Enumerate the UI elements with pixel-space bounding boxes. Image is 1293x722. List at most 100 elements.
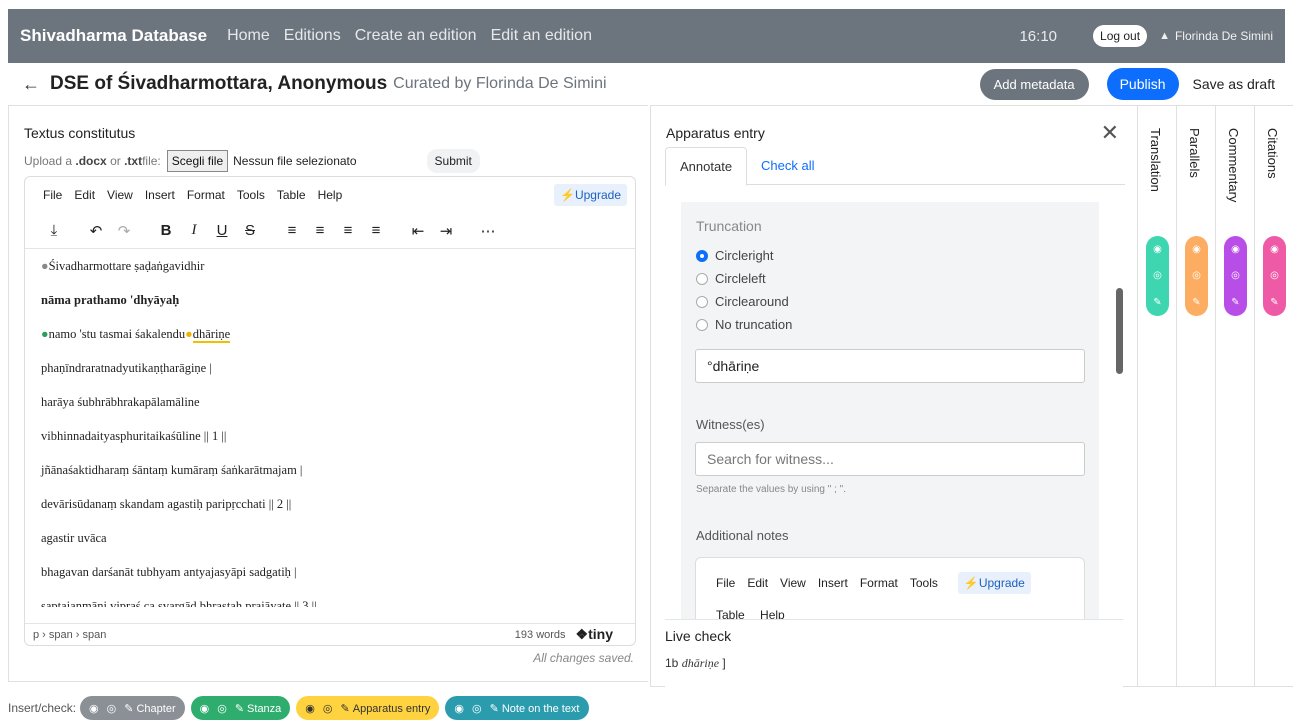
save-draft-button[interactable]: Save as draft <box>1193 76 1276 92</box>
back-arrow-icon[interactable]: ← <box>22 74 40 95</box>
eye-slash-icon[interactable]: ◎ <box>1231 270 1240 281</box>
menu-file[interactable]: File <box>43 188 62 202</box>
text-line: vibhinnadaityasphuritaikaśūline || 1 || <box>41 429 227 443</box>
outdent-icon[interactable]: ⇤ <box>405 222 431 240</box>
download-icon[interactable]: ⤓ <box>41 222 67 239</box>
menu-format[interactable]: Format <box>187 188 225 202</box>
selected-lemma[interactable]: dhāriṇe <box>192 327 231 343</box>
notes-menu-edit[interactable]: Edit <box>747 576 768 590</box>
nav-create-edition[interactable]: Create an edition <box>355 27 477 45</box>
notes-menu-view[interactable]: View <box>780 576 806 590</box>
bold-icon[interactable]: B <box>153 222 179 239</box>
eye-icon[interactable]: ◉ <box>1231 244 1240 255</box>
pencil-icon[interactable]: ✎ <box>1270 297 1278 308</box>
pencil-icon[interactable]: ✎ <box>1231 297 1239 308</box>
apparatus-entry-button[interactable]: ✎ Apparatus entry <box>341 702 431 715</box>
menu-tools[interactable]: Tools <box>237 188 265 202</box>
eye-slash-icon[interactable]: ◎ <box>107 702 117 715</box>
eye-slash-icon[interactable]: ◎ <box>1153 270 1162 281</box>
eye-icon[interactable]: ◉ <box>1270 244 1279 255</box>
scrollbar-thumb[interactable] <box>1116 288 1123 374</box>
eye-icon[interactable]: ◉ <box>89 702 99 715</box>
menu-view[interactable]: View <box>107 188 133 202</box>
tab-check-all[interactable]: Check all <box>747 147 828 184</box>
eye-slash-icon[interactable]: ◎ <box>472 702 482 715</box>
publish-button[interactable]: Publish <box>1106 68 1179 100</box>
rail-commentary-title[interactable]: Commentary <box>1226 128 1241 202</box>
align-justify-icon[interactable]: ≡ <box>363 222 389 239</box>
user-menu[interactable]: ▲ Florinda De Simini <box>1159 29 1273 43</box>
top-navbar: Shivadharma Database Home Editions Creat… <box>8 9 1285 63</box>
eye-icon[interactable]: ◉ <box>305 702 315 715</box>
eye-icon[interactable]: ◉ <box>1192 244 1201 255</box>
eye-slash-icon[interactable]: ◎ <box>323 702 333 715</box>
notes-menu-tools[interactable]: Tools <box>910 576 938 590</box>
tab-annotate[interactable]: Annotate <box>665 147 748 186</box>
witness-search-input[interactable]: Search for witness... <box>695 442 1085 476</box>
insert-check-bar: Insert/check: ◉ ◎ ✎ Chapter ◉ ◎ ✎ Stanza ◉… <box>8 696 595 720</box>
chapter-group: ◉ ◎ ✎ Chapter <box>80 696 185 720</box>
undo-icon[interactable]: ↶ <box>83 222 109 240</box>
more-icon[interactable]: ⋯ <box>475 222 501 240</box>
pencil-icon[interactable]: ✎ <box>1192 297 1200 308</box>
align-center-icon[interactable]: ≡ <box>307 222 333 239</box>
redo-icon[interactable]: ↷ <box>111 222 137 240</box>
radio-circlearound[interactable]: Circlearound <box>696 294 789 309</box>
user-name: Florinda De Simini <box>1174 29 1273 43</box>
eye-icon[interactable]: ◉ <box>200 702 210 715</box>
rail-translation: Translation ◉ ◎ ✎ <box>1138 105 1177 687</box>
text-line: ●Śivadharmottare ṣaḍaṅgavidhir <box>41 259 205 273</box>
pencil-icon[interactable]: ✎ <box>1153 297 1161 308</box>
align-right-icon[interactable]: ≡ <box>335 222 361 239</box>
nav-editions[interactable]: Editions <box>284 27 341 45</box>
italic-icon[interactable]: I <box>181 222 207 239</box>
brand[interactable]: Shivadharma Database <box>20 26 207 46</box>
align-left-icon[interactable]: ≡ <box>279 222 305 239</box>
nav-edit-edition[interactable]: Edit an edition <box>491 27 592 45</box>
menu-edit[interactable]: Edit <box>74 188 95 202</box>
radio-no-truncation[interactable]: No truncation <box>696 317 792 332</box>
underline-icon[interactable]: U <box>209 222 235 239</box>
radio-circleleft[interactable]: Circleleft <box>696 271 766 286</box>
element-path[interactable]: p › span › span <box>33 629 106 641</box>
note-on-text-button[interactable]: ✎ Note on the text <box>490 702 580 715</box>
menu-table[interactable]: Table <box>277 188 306 202</box>
chapter-button[interactable]: ✎ Chapter <box>124 702 175 715</box>
apparatus-group: ◉ ◎ ✎ Apparatus entry <box>296 696 440 720</box>
pencil-icon: ✎ <box>234 702 245 715</box>
indent-icon[interactable]: ⇥ <box>433 222 459 240</box>
nav-home[interactable]: Home <box>227 27 270 45</box>
text-line: bhagavan darśanāt tubhyam antyajasyāpi s… <box>41 565 297 579</box>
tiny-logo[interactable]: ❖tiny <box>576 626 613 643</box>
notes-menu-format[interactable]: Format <box>860 576 898 590</box>
notes-upgrade-button[interactable]: ⚡Upgrade <box>957 572 1031 594</box>
translation-actions: ◉ ◎ ✎ <box>1146 236 1169 316</box>
eye-icon[interactable]: ◉ <box>454 702 464 715</box>
lemma-input[interactable]: °dhāriṇe <box>695 349 1085 383</box>
choose-file-button[interactable]: Scegli file <box>166 150 229 172</box>
menu-help[interactable]: Help <box>318 188 343 202</box>
logout-button[interactable]: Log out <box>1093 25 1148 47</box>
eye-slash-icon[interactable]: ◎ <box>217 702 227 715</box>
word-count[interactable]: 193 words <box>515 629 566 641</box>
submit-button[interactable]: Submit <box>426 149 480 173</box>
radio-circleright[interactable]: Circleright <box>696 248 774 263</box>
strikethrough-icon[interactable]: S <box>237 222 263 239</box>
close-icon[interactable]: ✕ <box>1101 120 1119 146</box>
editor-content[interactable]: ●Śivadharmottare ṣaḍaṅgavidhir nāma prat… <box>25 249 635 607</box>
annotate-form: Truncation Circleright Circleleft Circle… <box>681 202 1099 637</box>
live-check-text: 1b dhāriṇe ] <box>665 656 726 670</box>
notes-menu-file[interactable]: File <box>716 576 735 590</box>
rail-translation-title[interactable]: Translation <box>1148 128 1163 192</box>
upgrade-button[interactable]: ⚡Upgrade <box>554 184 627 206</box>
eye-slash-icon[interactable]: ◎ <box>1270 270 1279 281</box>
notes-menu-insert[interactable]: Insert <box>818 576 848 590</box>
rail-citations-title[interactable]: Citations <box>1265 128 1280 179</box>
add-metadata-button[interactable]: Add metadata <box>979 68 1089 100</box>
upload-prefix: Upload a <box>24 154 73 168</box>
eye-icon[interactable]: ◉ <box>1153 244 1162 255</box>
stanza-button[interactable]: ✎ Stanza <box>235 702 281 715</box>
eye-slash-icon[interactable]: ◎ <box>1192 270 1201 281</box>
rail-parallels-title[interactable]: Parallels <box>1187 128 1202 178</box>
menu-insert[interactable]: Insert <box>145 188 175 202</box>
